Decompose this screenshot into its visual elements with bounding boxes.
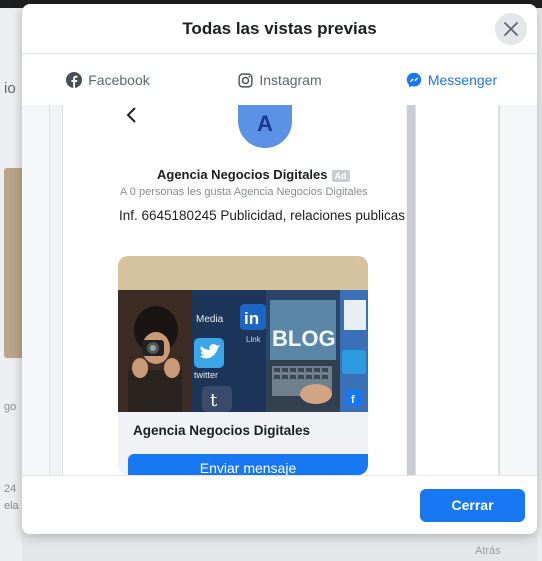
background-page-right	[537, 8, 542, 561]
tab-instagram-label: Instagram	[259, 72, 322, 88]
blog-label: BLOG	[272, 326, 336, 351]
next-preview-card-edge[interactable]	[499, 105, 537, 475]
tab-instagram[interactable]: Instagram	[194, 55, 366, 105]
svg-text:t: t	[210, 390, 218, 411]
tab-messenger[interactable]: Messenger	[366, 55, 537, 105]
ad-image: Media in Link twitter t BLOG f	[118, 290, 368, 412]
instagram-icon	[238, 72, 253, 88]
tab-facebook-label: Facebook	[88, 72, 150, 88]
dialog-header: Todas las vistas previas	[22, 4, 537, 54]
photographer-image	[118, 290, 192, 412]
blog-laptop-image: BLOG	[266, 290, 340, 412]
background-text-fragment: ela	[4, 500, 19, 512]
background-text-fragment: io	[4, 80, 16, 97]
ad-card[interactable]: Media in Link twitter t BLOG f Agencia N…	[118, 256, 368, 475]
preview-carousel[interactable]: A Agencia Negocios Digitales Ad A 0 perso…	[22, 105, 537, 475]
tab-messenger-label: Messenger	[427, 72, 498, 88]
close-icon	[504, 22, 518, 36]
background-text-fragment: go	[4, 401, 17, 413]
page-avatar: A	[238, 105, 292, 148]
tab-facebook[interactable]: Facebook	[22, 55, 194, 105]
messenger-preview: A Agencia Negocios Digitales Ad A 0 perso…	[62, 105, 417, 475]
twitter-label: twitter	[194, 370, 218, 380]
dialog-footer: Cerrar	[22, 475, 537, 534]
page-name: Agencia Negocios Digitales Ad	[157, 167, 350, 182]
previous-preview-card[interactable]	[22, 105, 50, 475]
social-icons-image: f	[340, 290, 368, 412]
messenger-icon	[406, 72, 422, 88]
page-likes-text: A 0 personas les gusta Agencia Negocios …	[120, 186, 368, 198]
background-text-fragment: 24	[4, 483, 17, 495]
linkedin-label: in	[244, 309, 259, 328]
media-label: Media	[196, 314, 224, 325]
background-page-left: io go 24 ela	[0, 8, 22, 561]
send-message-button[interactable]: Enviar mensaje	[128, 454, 368, 475]
all-previews-dialog: Todas las vistas previas Facebook Instag…	[22, 4, 537, 534]
card-header-strip	[118, 256, 368, 290]
next-preview-card[interactable]	[415, 105, 499, 475]
social-media-image: Media in Link twitter t	[192, 290, 266, 412]
chevron-left-icon[interactable]	[123, 105, 143, 127]
facebook-icon	[66, 72, 83, 88]
page-name-text: Agencia Negocios Digitales	[157, 167, 328, 182]
page-description: Inf. 6645180245 Publicidad, relaciones p…	[119, 208, 405, 223]
svg-text:f: f	[351, 394, 355, 406]
link-label: Link	[246, 335, 262, 344]
ad-badge: Ad	[331, 169, 350, 182]
close-button[interactable]	[495, 13, 527, 45]
background-photo	[4, 168, 22, 358]
background-back-text: Atrás	[475, 545, 501, 557]
preview-tabs: Facebook Instagram Messenger	[22, 55, 537, 156]
dialog-title: Todas las vistas previas	[182, 19, 377, 38]
card-title: Agencia Negocios Digitales	[133, 423, 311, 438]
close-dialog-button[interactable]: Cerrar	[420, 489, 525, 522]
